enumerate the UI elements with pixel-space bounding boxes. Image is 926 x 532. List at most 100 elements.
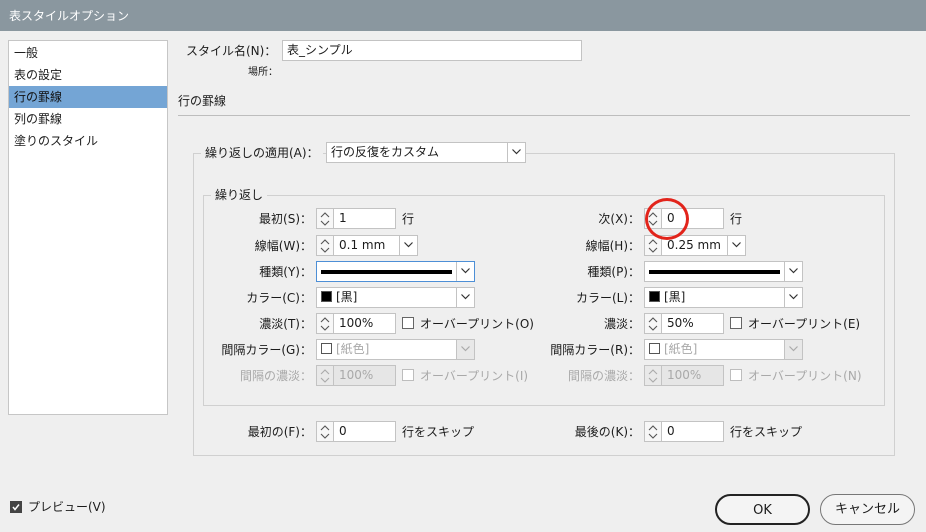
skip-last-stepper[interactable]: 0 [644, 421, 724, 442]
type-right-label: 種類(P)： [587, 265, 640, 279]
stepper-arrows-icon[interactable] [644, 313, 662, 334]
overprint-right-label: オーバープリント(E) [748, 317, 861, 331]
overprint-label: オーバープリント(O) [420, 317, 534, 331]
sidebar-item-general[interactable]: 一般 [9, 42, 167, 64]
section-divider [178, 115, 910, 116]
gap-tint-value[interactable]: 100% [334, 365, 396, 386]
weight-dropdown-button[interactable] [399, 235, 418, 256]
preview-label[interactable]: プレビュー(V) [28, 498, 106, 516]
stepper-arrows-icon[interactable] [316, 208, 334, 229]
gap-color-label: 間隔カラー(G)： [221, 343, 312, 357]
stepper-arrows-icon[interactable] [644, 208, 662, 229]
color-right-value: [黒] [664, 290, 686, 304]
chevron-down-icon[interactable] [784, 262, 802, 281]
stepper-arrows-icon[interactable] [644, 235, 662, 256]
color-value: [黒] [336, 290, 358, 304]
gap-overprint-right-checkbox[interactable] [730, 369, 742, 381]
tint-label: 濃淡(T)： [259, 317, 312, 331]
stepper-arrows-icon[interactable] [316, 313, 334, 334]
gap-tint-label: 間隔の濃淡： [239, 369, 312, 383]
checkmark-icon [12, 504, 20, 511]
gap-tint-right-value[interactable]: 100% [662, 365, 724, 386]
stepper-arrows-icon[interactable] [644, 421, 662, 442]
color-right-dropdown[interactable]: [黒] [644, 287, 803, 308]
tint-right-stepper[interactable]: 50% [644, 313, 724, 334]
color-dropdown[interactable]: [黒] [316, 287, 475, 308]
alternating-pattern-dropdown[interactable]: 行の反復をカスタム [326, 142, 526, 163]
gap-color-dropdown[interactable]: [紙色] [316, 339, 475, 360]
gap-overprint-checkbox[interactable] [402, 369, 414, 381]
first-rows-unit: 行 [402, 212, 415, 226]
tint-stepper[interactable]: 100% [316, 313, 396, 334]
overprint-checkbox[interactable] [402, 317, 414, 329]
gap-overprint-label: オーバープリント(I) [420, 369, 529, 383]
overprint-right-checkbox[interactable] [730, 317, 742, 329]
chevron-down-icon[interactable] [456, 340, 474, 359]
alternating-pattern-value: 行の反復をカスタム [331, 145, 440, 159]
solid-line-sample [321, 270, 452, 274]
solid-line-sample [649, 270, 780, 274]
chevron-down-icon[interactable] [784, 340, 802, 359]
gap-color-right-label: 間隔カラー(R)： [550, 343, 640, 357]
window-title: 表スタイルオプション [9, 9, 130, 23]
black-swatch-icon [649, 291, 660, 302]
black-swatch-icon [321, 291, 332, 302]
cancel-button[interactable]: キャンセル [820, 494, 915, 525]
paper-swatch-icon [321, 343, 332, 354]
chevron-down-icon[interactable] [507, 143, 525, 162]
color-label: カラー(C)： [246, 291, 312, 305]
ok-button[interactable]: OK [715, 494, 810, 525]
type-dropdown[interactable] [316, 261, 475, 282]
sidebar-item-fills[interactable]: 塗りのスタイル [9, 130, 167, 152]
gap-color-right-dropdown[interactable]: [紙色] [644, 339, 803, 360]
stepper-arrows-icon[interactable] [316, 235, 334, 256]
skip-first-unit: 行をスキップ [402, 425, 475, 439]
tint-right-value[interactable]: 50% [662, 313, 724, 334]
sidebar: 一般 表の設定 行の罫線 列の罫線 塗りのスタイル [8, 40, 168, 415]
weight-label: 線幅(W)： [254, 239, 312, 253]
paper-swatch-icon [649, 343, 660, 354]
chevron-down-icon[interactable] [456, 288, 474, 307]
color-right-label: カラー(L)： [575, 291, 640, 305]
next-label: 次(X)： [598, 212, 640, 226]
first-rows-stepper[interactable]: 1 [316, 208, 396, 229]
gap-color-right-value: [紙色] [664, 342, 698, 356]
style-name-input[interactable]: 表_シンプル [282, 40, 582, 61]
skip-first-value[interactable]: 0 [334, 421, 396, 442]
skip-first-label: 最初の(F)： [247, 425, 312, 439]
skip-last-unit: 行をスキップ [730, 425, 803, 439]
stepper-arrows-icon[interactable] [316, 365, 334, 386]
next-rows-stepper[interactable]: 0 [644, 208, 724, 229]
style-name-value: 表_シンプル [287, 43, 353, 57]
gap-overprint-right-label: オーバープリント(N) [748, 369, 862, 383]
chevron-down-icon[interactable] [784, 288, 802, 307]
preview-checkbox[interactable] [10, 501, 22, 513]
skip-last-value[interactable]: 0 [662, 421, 724, 442]
tint-right-label: 濃淡： [603, 317, 640, 331]
weight-stepper[interactable]: 0.1 mm [316, 235, 418, 256]
type-label: 種類(Y)： [259, 265, 312, 279]
gap-tint-stepper[interactable]: 100% [316, 365, 396, 386]
first-rows-value[interactable]: 1 [334, 208, 396, 229]
weight-right-label: 線幅(H)： [585, 239, 640, 253]
sidebar-item-column-strokes[interactable]: 列の罫線 [9, 108, 167, 130]
sidebar-item-table-setup[interactable]: 表の設定 [9, 64, 167, 86]
skip-last-label: 最後の(K)： [574, 425, 640, 439]
chevron-down-icon[interactable] [456, 262, 474, 281]
stepper-arrows-icon[interactable] [316, 421, 334, 442]
first-label: 最初(S)： [259, 212, 312, 226]
stepper-arrows-icon[interactable] [644, 365, 662, 386]
style-name-label: スタイル名(N)： [186, 44, 277, 58]
tint-value[interactable]: 100% [334, 313, 396, 334]
weight-right-dropdown-button[interactable] [727, 235, 746, 256]
skip-first-stepper[interactable]: 0 [316, 421, 396, 442]
weight-right-stepper[interactable]: 0.25 mm [644, 235, 746, 256]
gap-tint-right-stepper[interactable]: 100% [644, 365, 724, 386]
title-bar: 表スタイルオプション [0, 0, 926, 31]
next-rows-unit: 行 [730, 212, 743, 226]
sidebar-item-row-strokes[interactable]: 行の罫線 [9, 86, 167, 108]
gap-color-value: [紙色] [336, 342, 370, 356]
repeat-group-label: 繰り返し [211, 186, 268, 204]
next-rows-value[interactable]: 0 [662, 208, 724, 229]
type-right-dropdown[interactable] [644, 261, 803, 282]
